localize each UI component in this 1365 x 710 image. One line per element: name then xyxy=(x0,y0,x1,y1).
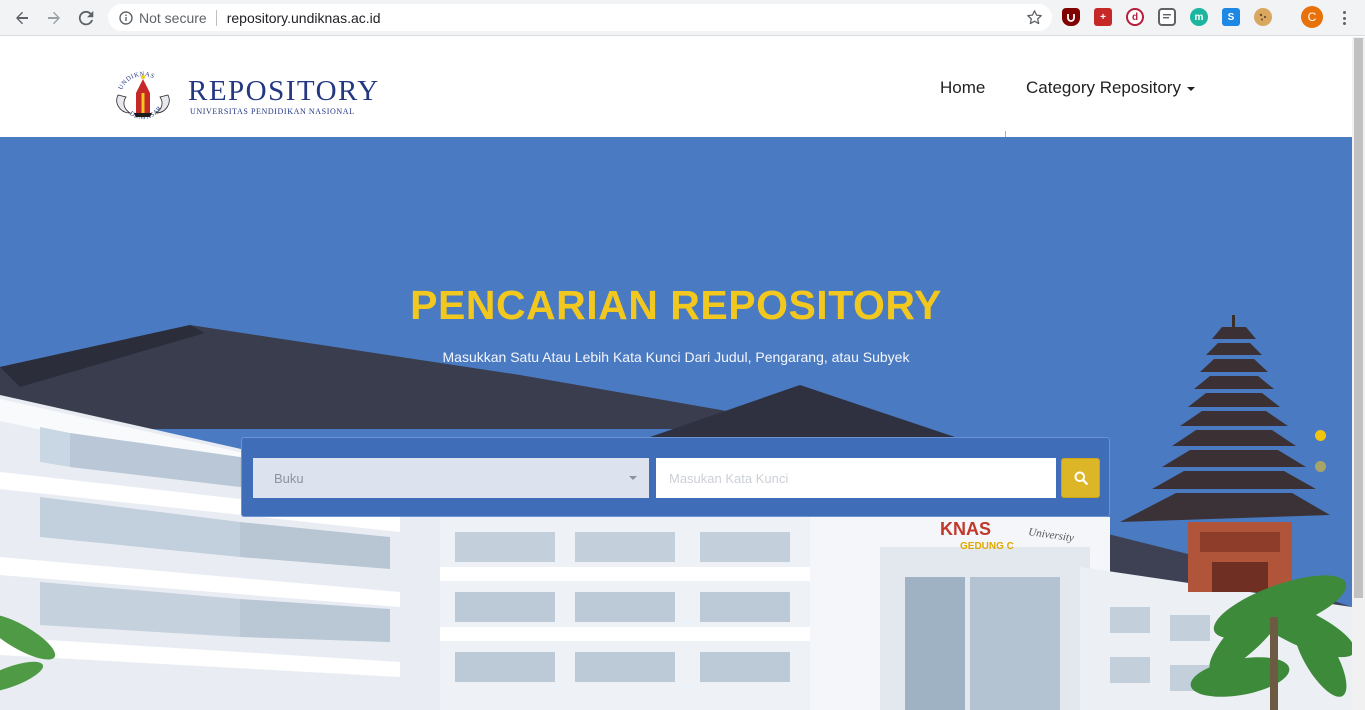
building-sign-sub: GEDUNG C xyxy=(960,541,1014,552)
reload-button[interactable] xyxy=(72,4,100,32)
keyword-search-input[interactable] xyxy=(656,458,1056,498)
browser-toolbar: Not secure repository.undiknas.ac.id + d… xyxy=(0,0,1365,36)
d-icon[interactable]: d xyxy=(1126,8,1144,26)
m-icon[interactable]: m xyxy=(1190,8,1208,26)
chevron-down-icon xyxy=(629,476,637,480)
hero-title: PENCARIAN REPOSITORY xyxy=(410,282,942,328)
search-icon xyxy=(1074,471,1088,485)
site-header: UNDIKNAS DENPASAR REPOSITORY UNIVERSITAS… xyxy=(0,37,1352,137)
ublock-icon[interactable] xyxy=(1062,8,1080,26)
search-panel: Buku xyxy=(241,437,1110,517)
nav-home-link[interactable]: Home xyxy=(940,78,985,98)
back-button[interactable] xyxy=(8,4,36,32)
profile-avatar[interactable]: C xyxy=(1301,6,1323,28)
s-icon[interactable]: S xyxy=(1222,8,1240,26)
arrow-left-icon xyxy=(16,11,28,24)
security-label: Not secure xyxy=(139,9,207,26)
info-icon[interactable] xyxy=(119,10,133,25)
address-divider xyxy=(215,9,217,26)
browser-menu-icon[interactable] xyxy=(1338,9,1350,27)
bookmark-star-icon[interactable] xyxy=(1026,9,1043,26)
chat-icon[interactable] xyxy=(1158,8,1176,26)
scrollbar-thumb[interactable] xyxy=(1354,38,1363,598)
nav-category-dropdown[interactable]: Category Repository xyxy=(1026,78,1195,98)
search-button[interactable] xyxy=(1061,458,1100,498)
carousel-dot-2[interactable] xyxy=(1315,461,1326,472)
hero-subtitle: Masukkan Satu Atau Lebih Kata Kunci Dari… xyxy=(442,349,910,365)
plus-icon[interactable]: + xyxy=(1094,8,1112,26)
nav-category-label: Category Repository xyxy=(1026,78,1181,97)
hero-section: KNAS University GEDUNG C PENCARIAN REPOS… xyxy=(0,137,1352,710)
caret-down-icon xyxy=(1186,87,1195,91)
cookie-icon[interactable] xyxy=(1254,8,1272,26)
logo-title[interactable]: REPOSITORY xyxy=(188,75,380,108)
url-text[interactable]: repository.undiknas.ac.id xyxy=(227,10,381,26)
logo-ring-top-text: UNDIKNAS xyxy=(117,71,155,91)
carousel-dot-1[interactable] xyxy=(1315,430,1326,441)
undiknas-logo-icon[interactable]: UNDIKNAS DENPASAR xyxy=(112,69,174,125)
svg-text:UNDIKNAS: UNDIKNAS xyxy=(117,71,155,91)
address-bar[interactable]: Not secure repository.undiknas.ac.id xyxy=(108,4,1052,31)
extension-toolbar: + d m S xyxy=(1062,6,1286,28)
logo-subtitle: UNIVERSITAS PENDIDIKAN NASIONAL xyxy=(190,107,355,116)
arrow-right-icon xyxy=(48,11,60,24)
category-select[interactable]: Buku xyxy=(253,458,649,498)
reload-icon xyxy=(78,10,94,25)
campus-building-image: KNAS University GEDUNG C xyxy=(0,315,1352,710)
building-sign-text: KNAS xyxy=(940,519,991,539)
forward-button[interactable] xyxy=(40,4,68,32)
category-select-value: Buku xyxy=(274,470,304,486)
